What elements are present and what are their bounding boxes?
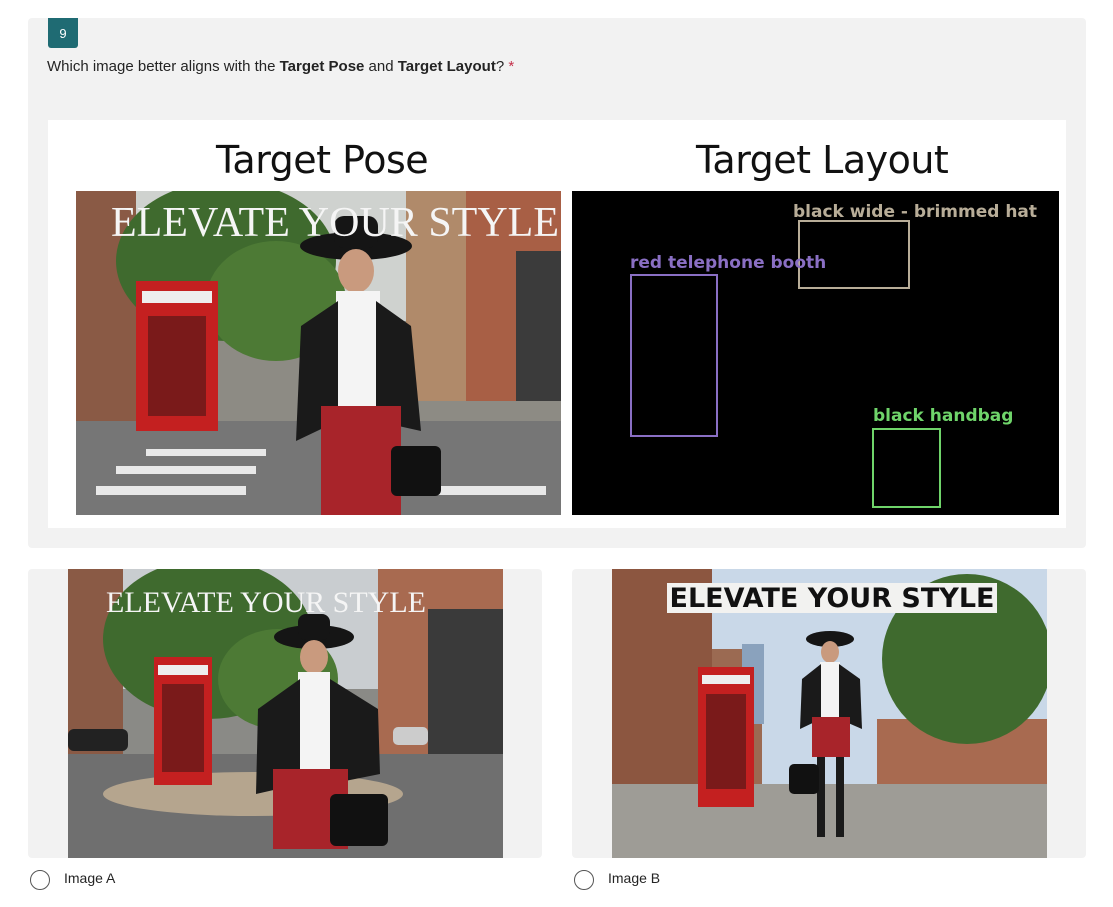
option-label-b[interactable]: Image B [608,870,660,886]
option-a-image[interactable]: ELEVATE YOUR STYLE [68,569,503,858]
target-pose-heading: Target Pose [216,138,429,182]
question-text-middle: and [364,58,398,75]
layout-label-hat: black wide - brimmed hat [793,202,1038,222]
radio-image-b[interactable] [574,870,594,890]
target-layout-map: black wide - brimmed hat red telephone b… [572,191,1059,515]
target-pose-photo: ELEVATE YOUR STYLE [76,191,561,515]
question-text-suffix: ? [495,58,505,75]
target-layout-heading: Target Layout [696,138,949,182]
layout-label-handbag: black handbag [873,406,1014,426]
question-text-target-layout: Target Layout [397,58,496,75]
question-text: Which image better aligns with the Targe… [47,58,514,75]
layout-label-booth: red telephone booth [630,253,827,273]
option-b-overlay-text: ELEVATE YOUR STYLE [670,583,995,614]
question-text-target-pose: Target Pose [279,58,365,75]
pose-overlay-text: ELEVATE YOUR STYLE [111,200,559,246]
option-b-image[interactable]: ELEVATE YOUR STYLE [612,569,1047,858]
radio-image-a[interactable] [30,870,50,890]
question-card: 9 Which image better aligns with the Tar… [28,18,1086,548]
reference-image: Target Pose Target Layout ELEVATE YOUR S… [48,120,1066,528]
layout-box-booth [630,274,718,437]
question-text-prefix: Which image better aligns with the [47,58,280,75]
option-card-b[interactable]: ELEVATE YOUR STYLE [572,569,1086,858]
option-label-a[interactable]: Image A [64,870,115,886]
question-number-badge: 9 [48,18,78,48]
layout-box-handbag [872,428,941,508]
option-card-a[interactable]: ELEVATE YOUR STYLE [28,569,542,858]
option-a-overlay-text: ELEVATE YOUR STYLE [106,586,426,619]
required-asterisk: * [508,58,515,75]
